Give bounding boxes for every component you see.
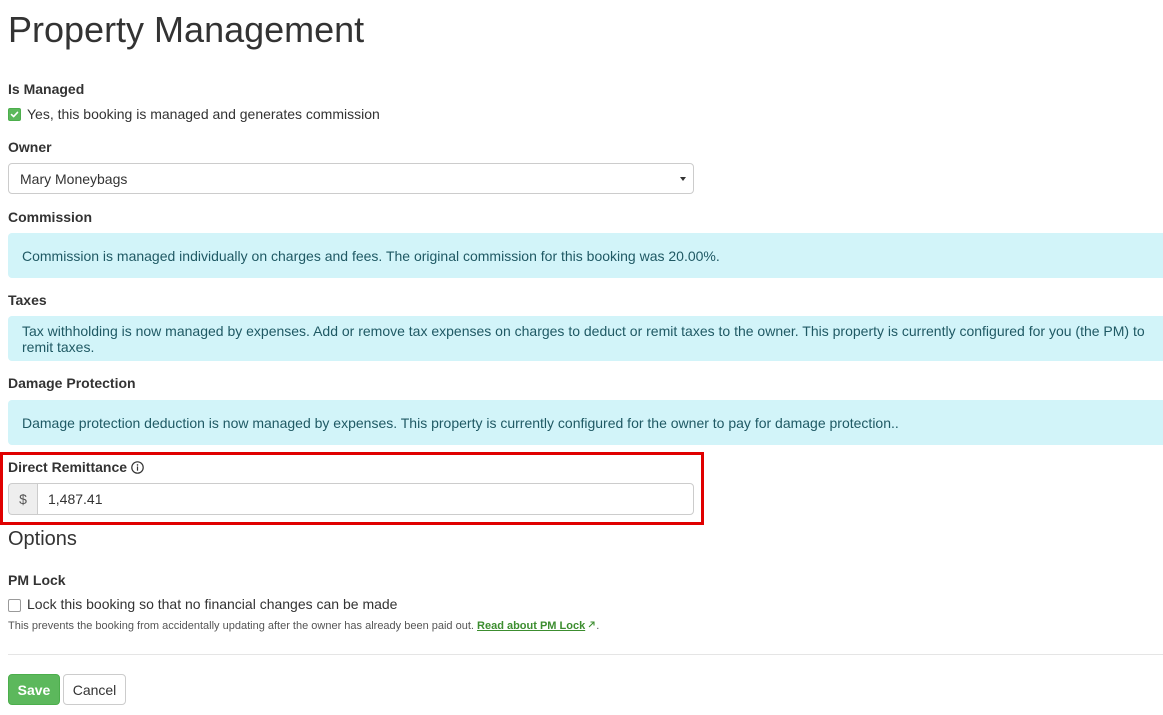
pm-lock-checkbox[interactable] bbox=[8, 598, 21, 612]
damage-protection-message: Damage protection deduction is now manag… bbox=[22, 414, 899, 431]
save-button[interactable]: Save bbox=[8, 674, 60, 705]
checkmark-icon bbox=[10, 111, 19, 117]
commission-label: Commission bbox=[8, 209, 93, 225]
owner-label: Owner bbox=[8, 139, 52, 155]
taxes-info-alert: Tax withholding is now managed by expens… bbox=[8, 316, 1163, 361]
damage-protection-info-alert: Damage protection deduction is now manag… bbox=[8, 400, 1163, 445]
caret-down-icon bbox=[680, 177, 686, 181]
pm-lock-help-text: This prevents the booking from accidenta… bbox=[8, 619, 599, 633]
pm-lock-checkbox-row[interactable]: Lock this booking so that no financial c… bbox=[8, 596, 397, 612]
taxes-label: Taxes bbox=[8, 292, 47, 308]
read-about-pm-lock-link[interactable]: Read about PM Lock bbox=[477, 620, 596, 632]
pm-lock-label: PM Lock bbox=[8, 572, 66, 588]
taxes-message: Tax withholding is now managed by expens… bbox=[22, 322, 1145, 355]
is-managed-label: Is Managed bbox=[8, 81, 85, 97]
direct-remittance-input[interactable] bbox=[37, 483, 694, 515]
damage-protection-label: Damage Protection bbox=[8, 375, 136, 391]
direct-remittance-label: Direct Remittance bbox=[8, 459, 128, 475]
commission-info-alert: Commission is managed individually on ch… bbox=[8, 233, 1163, 278]
pm-lock-checkbox-label: Lock this booking so that no financial c… bbox=[27, 596, 398, 612]
options-title: Options bbox=[8, 528, 77, 550]
direct-remittance-label-row: Direct Remittance bbox=[8, 458, 144, 476]
direct-remittance-input-group: $ bbox=[8, 483, 694, 515]
external-link-icon bbox=[588, 621, 595, 628]
pm-lock-help-trailing: . bbox=[596, 620, 600, 632]
commission-message: Commission is managed individually on ch… bbox=[22, 247, 720, 264]
page-title: Property Management bbox=[8, 9, 365, 50]
currency-addon: $ bbox=[8, 483, 37, 515]
owner-select[interactable]: Mary Moneybags bbox=[8, 163, 694, 194]
is-managed-checkbox-row[interactable]: Yes, this booking is managed and generat… bbox=[8, 106, 380, 122]
cancel-button[interactable]: Cancel bbox=[63, 674, 126, 705]
pm-lock-help-description: This prevents the booking from accidenta… bbox=[8, 620, 474, 632]
owner-select-value: Mary Moneybags bbox=[20, 170, 128, 187]
is-managed-checkbox[interactable] bbox=[8, 107, 21, 121]
info-icon[interactable] bbox=[131, 461, 144, 474]
read-about-pm-lock-link-text: Read about PM Lock bbox=[477, 620, 586, 632]
is-managed-checkbox-label: Yes, this booking is managed and generat… bbox=[27, 106, 380, 122]
divider bbox=[8, 654, 1163, 655]
